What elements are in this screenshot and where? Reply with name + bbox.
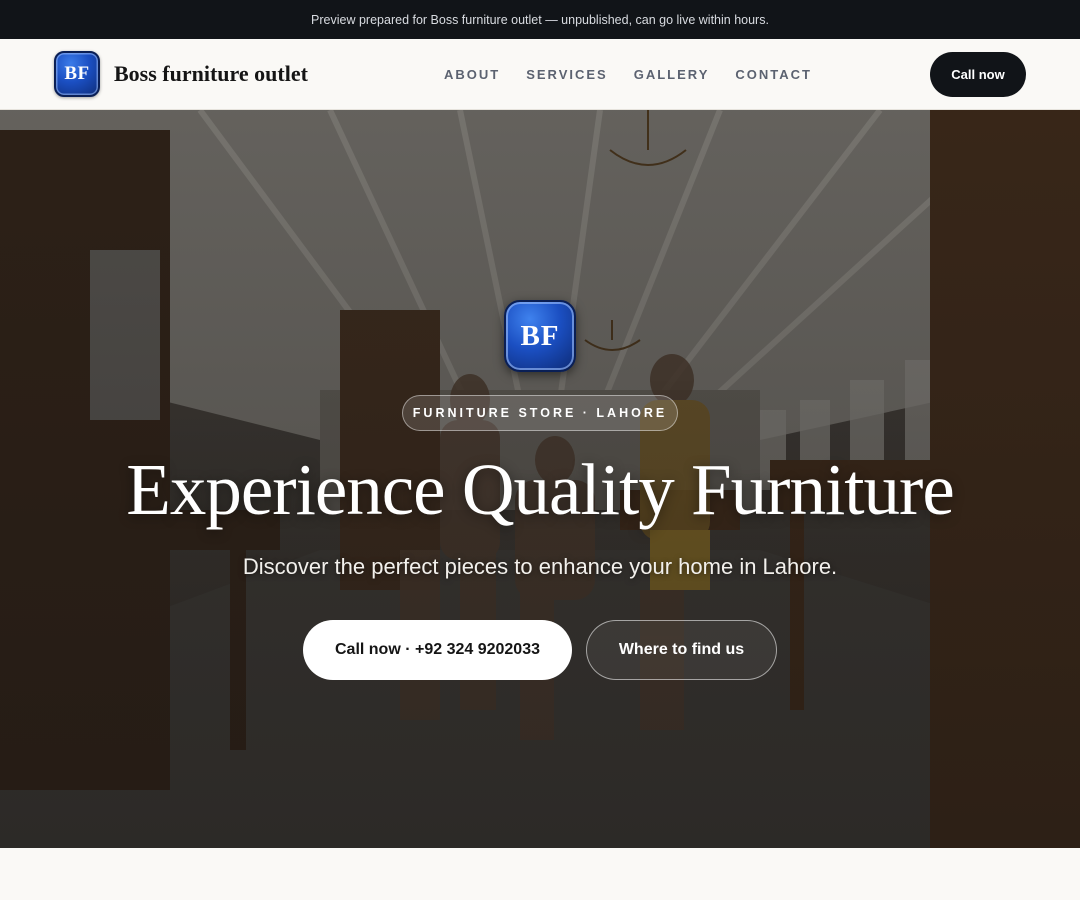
header-call-button[interactable]: Call now <box>930 52 1026 97</box>
site-header: BF Boss furniture outlet ABOUT SERVICES … <box>0 39 1080 110</box>
nav-item-gallery[interactable]: GALLERY <box>634 67 710 82</box>
brand-name: Boss furniture outlet <box>114 61 308 86</box>
hero-kicker-badge: FURNITURE STORE · LAHORE <box>402 395 678 431</box>
hero-logo: BF <box>504 300 576 372</box>
hero-section: BF FURNITURE STORE · LAHORE Experience Q… <box>0 110 1080 848</box>
brand-link[interactable]: BF Boss furniture outlet <box>54 51 308 97</box>
nav-item-contact[interactable]: CONTACT <box>735 67 812 82</box>
preview-banner: Preview prepared for Boss furniture outl… <box>0 0 1080 39</box>
brand-logo: BF <box>54 51 100 97</box>
nav-item-about[interactable]: ABOUT <box>444 67 500 82</box>
main-nav: ABOUT SERVICES GALLERY CONTACT <box>444 39 812 110</box>
preview-banner-text: Preview prepared for Boss furniture outl… <box>311 12 769 27</box>
hero-content: BF FURNITURE STORE · LAHORE Experience Q… <box>0 110 1080 848</box>
hero-subtitle: Discover the perfect pieces to enhance y… <box>242 554 838 579</box>
hero-call-button[interactable]: Call now · +92 324 9202033 <box>303 620 572 680</box>
hero-location-button[interactable]: Where to find us <box>586 620 777 680</box>
hero-title: Experience Quality Furniture <box>126 449 954 530</box>
nav-item-services[interactable]: SERVICES <box>526 67 608 82</box>
